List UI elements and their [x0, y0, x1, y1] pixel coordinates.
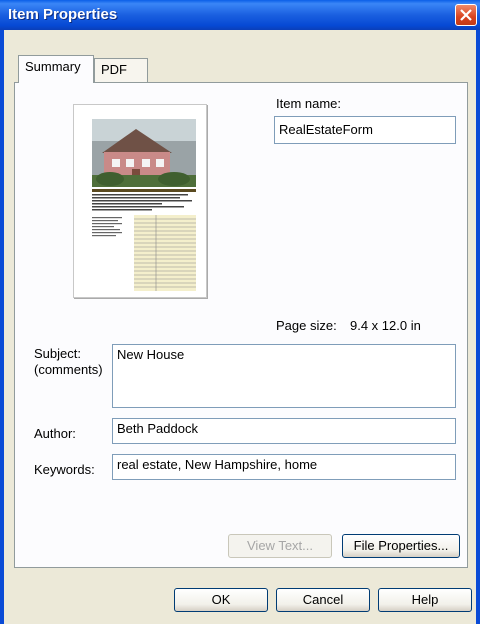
- view-text-button[interactable]: View Text...: [228, 534, 332, 558]
- item-name-label: Item name:: [276, 96, 342, 111]
- subject-label: Subject:: [34, 346, 81, 361]
- cancel-button[interactable]: Cancel: [276, 588, 370, 612]
- tab-pdf[interactable]: PDF: [94, 58, 148, 82]
- subject-textarea[interactable]: New House: [112, 344, 456, 408]
- close-x-icon: [460, 9, 472, 21]
- ok-button[interactable]: OK: [174, 588, 268, 612]
- tab-summary-label: Summary: [25, 59, 81, 74]
- author-label: Author:: [34, 426, 76, 441]
- file-properties-button[interactable]: File Properties...: [342, 534, 460, 558]
- window-frame-left: [0, 30, 4, 624]
- page-size-label: Page size:: [276, 318, 337, 333]
- help-button[interactable]: Help: [378, 588, 472, 612]
- window-title: Item Properties: [8, 6, 118, 23]
- document-thumbnail: [73, 104, 207, 298]
- item-name-field[interactable]: RealEstateForm: [274, 116, 456, 144]
- keywords-field[interactable]: real estate, New Hampshire, home: [112, 454, 456, 480]
- subject-label-comments: (comments): [34, 362, 103, 377]
- page-size-value: 9.4 x 12.0 in: [350, 318, 421, 333]
- window-frame-right: [476, 30, 480, 624]
- document-thumbnail-image: [92, 119, 196, 291]
- close-button[interactable]: [455, 4, 477, 26]
- author-field[interactable]: Beth Paddock: [112, 418, 456, 444]
- item-properties-dialog: Item Properties Summary PDF Item name: R…: [0, 0, 480, 624]
- tab-summary[interactable]: Summary: [18, 55, 94, 83]
- keywords-label: Keywords:: [34, 462, 95, 477]
- tab-pdf-label: PDF: [101, 62, 127, 77]
- title-bar[interactable]: Item Properties: [0, 0, 480, 30]
